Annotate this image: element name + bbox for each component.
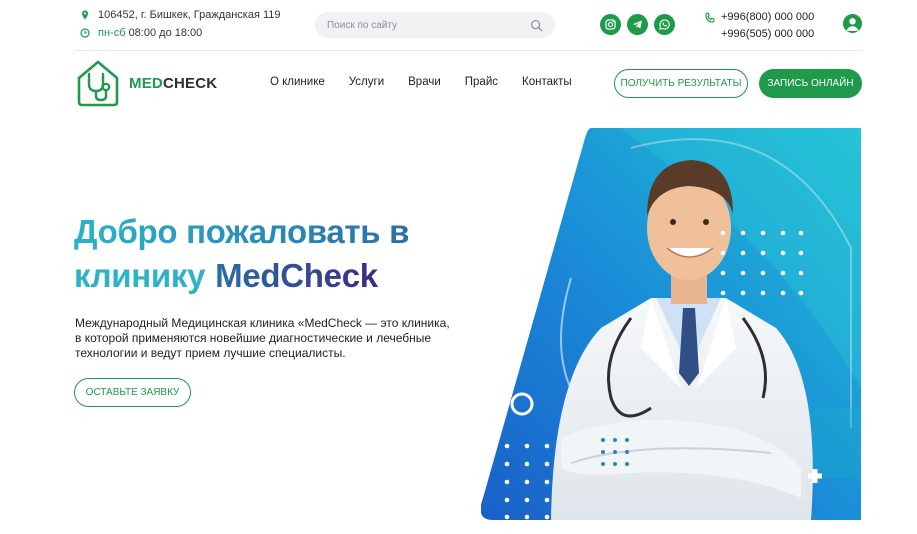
nav-item-contacts[interactable]: Контакты (522, 76, 572, 88)
hours-days: пн-сб (98, 27, 126, 39)
nav-item-about[interactable]: О клинике (270, 76, 325, 88)
leave-request-button[interactable]: ОСТАВЬТЕ ЗАЯВКУ (74, 378, 191, 407)
search-input[interactable] (327, 19, 530, 31)
get-results-button[interactable]: ПОЛУЧИТЬ РЕЗУЛЬТАТЫ (614, 69, 748, 98)
book-online-button[interactable]: ЗАПИСЬ ОНЛАЙН (759, 69, 862, 98)
telegram-icon[interactable] (627, 14, 648, 35)
nav-item-doctors[interactable]: Врачи (408, 76, 441, 88)
hero-doctor-image (481, 128, 861, 520)
address: 106452, г. Бишкек, Гражданская 119 (80, 9, 281, 21)
hero-title: Добро пожаловать в клинику MedCheck (74, 210, 409, 298)
phone-numbers: +996(800) 000 000 +996(505) 000 000 (704, 9, 814, 43)
hero-title-line2: клинику (74, 257, 206, 294)
page: 106452, г. Бишкек, Гражданская 119 пн-сб… (0, 0, 917, 534)
location-pin-icon (82, 10, 88, 20)
user-account-icon[interactable] (843, 14, 862, 33)
search-icon[interactable] (530, 19, 543, 32)
search-box[interactable] (315, 12, 555, 38)
logo-check: CHECK (162, 74, 218, 92)
phone-1[interactable]: +996(800) 000 000 (721, 9, 814, 26)
logo[interactable]: MEDCHECK (75, 58, 217, 108)
main-nav: О клинике Услуги Врачи Прайс Контакты (270, 76, 572, 88)
top-bar: 106452, г. Бишкек, Гражданская 119 пн-сб… (0, 0, 917, 50)
logo-med: MED (129, 74, 163, 92)
social-links (600, 14, 675, 35)
stethoscope-house-logo-icon (77, 60, 119, 107)
header-divider (75, 50, 862, 51)
hero-title-line1: Добро пожаловать в (74, 213, 410, 250)
phone-2[interactable]: +996(505) 000 000 (721, 26, 814, 43)
hours-time: 08:00 до 18:00 (128, 27, 203, 39)
hero-title-brand: MedCheck (215, 257, 378, 294)
clock-icon (80, 28, 90, 38)
hero-description: Международный Медицинская клиника «MedCh… (75, 316, 450, 360)
logo-text: MEDCHECK (129, 75, 217, 92)
nav-item-services[interactable]: Услуги (349, 76, 384, 88)
whatsapp-icon[interactable] (654, 14, 675, 35)
working-hours: пн-сб 08:00 до 18:00 (80, 27, 202, 39)
instagram-icon[interactable] (600, 14, 621, 35)
nav-item-price[interactable]: Прайс (465, 76, 498, 88)
address-text: 106452, г. Бишкек, Гражданская 119 (98, 9, 281, 21)
phone-icon (705, 12, 715, 23)
